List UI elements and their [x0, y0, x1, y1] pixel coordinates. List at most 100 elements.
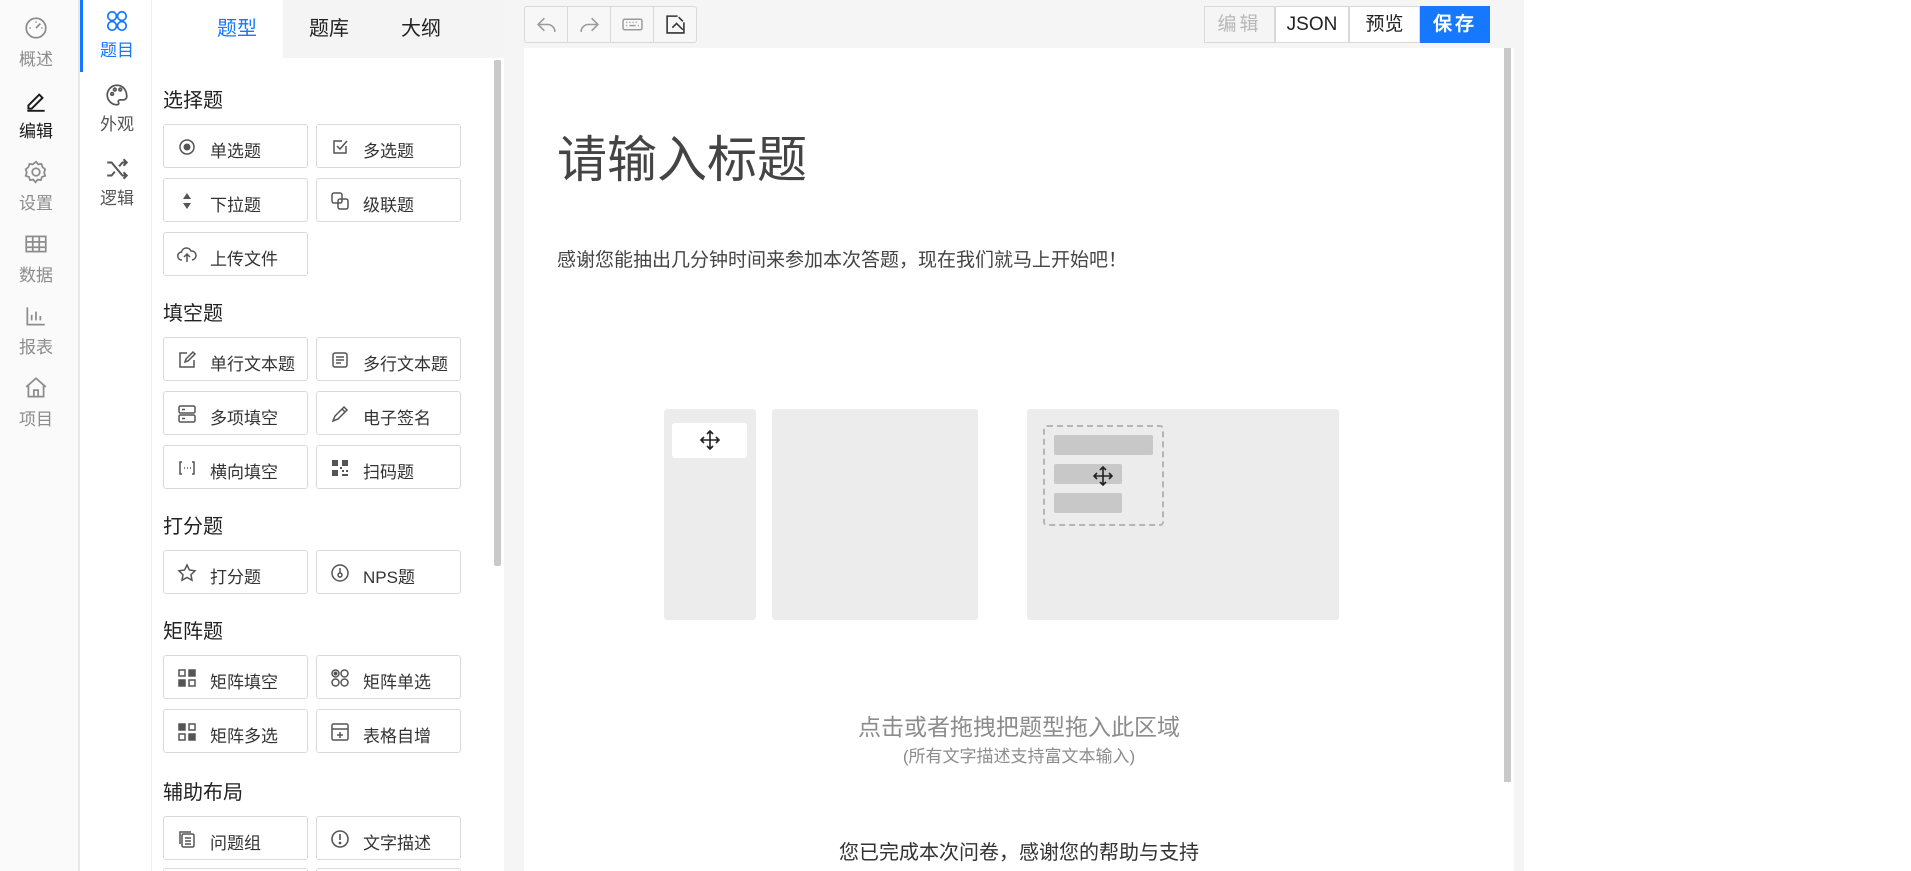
- nav-label: 编辑: [19, 122, 53, 141]
- panel-scrollbar[interactable]: [494, 60, 501, 566]
- matrix-checkbox-icon: [178, 723, 196, 741]
- table-plus-icon: [331, 723, 349, 741]
- survey-end-text[interactable]: 您已完成本次问卷，感谢您的帮助与支持: [524, 836, 1514, 865]
- group-title-layout: 辅助布局: [163, 782, 243, 804]
- editor-subnav: 题目 外观 逻辑: [80, 0, 152, 871]
- move-icon: [1092, 465, 1114, 487]
- nav-item-report[interactable]: 报表: [0, 288, 72, 357]
- empty-area: [1524, 0, 1911, 871]
- illustration-bar: [1054, 435, 1153, 455]
- edit-button[interactable]: 编辑: [1204, 6, 1275, 43]
- keyboard-icon: [622, 18, 643, 31]
- dashboard-icon: [25, 17, 47, 39]
- qtype-label: 上传文件: [210, 250, 278, 269]
- history-toolbar: [524, 6, 697, 43]
- qtype-matrix-single[interactable]: 矩阵单选: [316, 655, 461, 699]
- subnav-item-questions[interactable]: 题目: [80, 0, 152, 72]
- nav-label: 项目: [19, 410, 53, 429]
- clear-icon: [666, 15, 685, 34]
- app: 概述 编辑 设置 数据 报表 项目 题目 外观 逻辑 题型 题库 大纲 选择题 …: [0, 0, 1911, 871]
- qtype-single-choice[interactable]: 单选题: [163, 124, 308, 168]
- drop-hint-sub: (所有文字描述支持富文本输入): [902, 747, 1136, 766]
- json-button[interactable]: JSON: [1275, 6, 1349, 43]
- shuffle-icon: [107, 158, 129, 180]
- table-icon: [25, 235, 47, 253]
- qtype-horizontal-fill[interactable]: 横向填空: [163, 445, 308, 489]
- qtype-single-line[interactable]: 单行文本题: [163, 337, 308, 381]
- matrix-icon: [178, 669, 196, 687]
- qtype-label: 多行文本题: [363, 355, 448, 374]
- cascade-icon: [331, 192, 349, 210]
- qtype-matrix-fill[interactable]: 矩阵填空: [163, 655, 308, 699]
- qtype-rating[interactable]: 打分题: [163, 550, 308, 594]
- pen-icon: [27, 93, 45, 112]
- cloud-upload-icon: [177, 247, 197, 262]
- qtype-nps[interactable]: NPS题: [316, 550, 461, 594]
- nav-item-project[interactable]: 项目: [0, 360, 72, 429]
- nav-label: 报表: [19, 338, 53, 357]
- qtype-label: 打分题: [210, 568, 261, 587]
- survey-description[interactable]: 感谢您能抽出几分钟时间来参加本次答题，现在我们就马上开始吧！: [557, 245, 1127, 272]
- qtype-signature[interactable]: 电子签名: [316, 391, 461, 435]
- clear-button[interactable]: [654, 7, 697, 42]
- qtype-scan[interactable]: 扫码题: [316, 445, 461, 489]
- qtype-label: 问题组: [210, 834, 261, 853]
- question-type-panel: 题型 题库 大纲 选择题 单选题 多选题 下拉题 级联题 上传文件 填空题 单行…: [153, 0, 504, 871]
- drop-hint: 点击或者拖拽把题型拖入此区域: [858, 714, 1180, 740]
- signature-pen-icon: [331, 405, 349, 423]
- preview-button[interactable]: 预览: [1349, 6, 1420, 43]
- qtype-label: 矩阵多选: [210, 727, 278, 746]
- nav-item-settings[interactable]: 设置: [0, 144, 72, 213]
- keyboard-button[interactable]: [611, 7, 654, 42]
- tab-question-types[interactable]: 题型: [191, 0, 283, 58]
- gauge-icon: [331, 564, 349, 582]
- qtype-label: 下拉题: [210, 196, 261, 215]
- nav-item-edit[interactable]: 编辑: [0, 72, 72, 141]
- qtype-multi-line[interactable]: 多行文本题: [316, 337, 461, 381]
- tab-outline[interactable]: 大纲: [375, 0, 467, 58]
- illustration-panel: [772, 409, 978, 620]
- nav-item-overview[interactable]: 概述: [0, 0, 72, 69]
- palette-icon: [106, 84, 128, 106]
- qtype-dropdown[interactable]: 下拉题: [163, 178, 308, 222]
- qtype-cascade[interactable]: 级联题: [316, 178, 461, 222]
- survey-canvas[interactable]: 请输入标题 感谢您能抽出几分钟时间来参加本次答题，现在我们就马上开始吧！ 点击或…: [524, 48, 1514, 871]
- qr-code-icon: [332, 460, 348, 476]
- qtype-text-description[interactable]: 文字描述: [316, 816, 461, 860]
- group-title-fill: 填空题: [163, 303, 223, 325]
- survey-title[interactable]: 请输入标题: [557, 120, 807, 192]
- edit-box-icon: [179, 350, 197, 368]
- qtype-multi-fill[interactable]: 多项填空: [163, 391, 308, 435]
- main-nav: 概述 编辑 设置 数据 报表 项目: [0, 0, 80, 871]
- star-icon: [177, 563, 197, 582]
- group-title-matrix: 矩阵题: [163, 621, 223, 643]
- qtype-label: NPS题: [363, 568, 415, 587]
- subnav-label: 题目: [100, 41, 134, 60]
- canvas-scrollbar[interactable]: [1504, 48, 1511, 782]
- qtype-label: 多选题: [363, 142, 414, 161]
- panel-tabs: 题型 题库 大纲: [191, 0, 504, 58]
- nav-item-data[interactable]: 数据: [0, 216, 72, 285]
- tab-question-bank[interactable]: 题库: [283, 0, 375, 58]
- group-title-rating: 打分题: [163, 516, 223, 538]
- qtype-upload[interactable]: 上传文件: [163, 232, 308, 276]
- radio-icon: [179, 139, 195, 155]
- qtype-label: 多项填空: [210, 409, 278, 428]
- subnav-label: 逻辑: [100, 189, 134, 208]
- qtype-table-append[interactable]: 表格自增: [316, 709, 461, 753]
- group-icon: [179, 831, 195, 848]
- subnav-item-appearance[interactable]: 外观: [82, 74, 152, 140]
- subnav-item-logic[interactable]: 逻辑: [82, 148, 152, 214]
- redo-icon: [580, 17, 600, 32]
- redo-button[interactable]: [568, 7, 611, 42]
- qtype-matrix-multi[interactable]: 矩阵多选: [163, 709, 308, 753]
- save-button[interactable]: 保存: [1420, 6, 1490, 43]
- qtype-question-group[interactable]: 问题组: [163, 816, 308, 860]
- home-icon: [25, 377, 47, 398]
- undo-button[interactable]: [525, 7, 568, 42]
- qtype-label: 矩阵单选: [363, 673, 431, 692]
- nav-label: 设置: [19, 194, 53, 213]
- gear-icon: [24, 160, 47, 184]
- qtype-multi-choice[interactable]: 多选题: [316, 124, 461, 168]
- qtype-label: 横向填空: [210, 463, 278, 482]
